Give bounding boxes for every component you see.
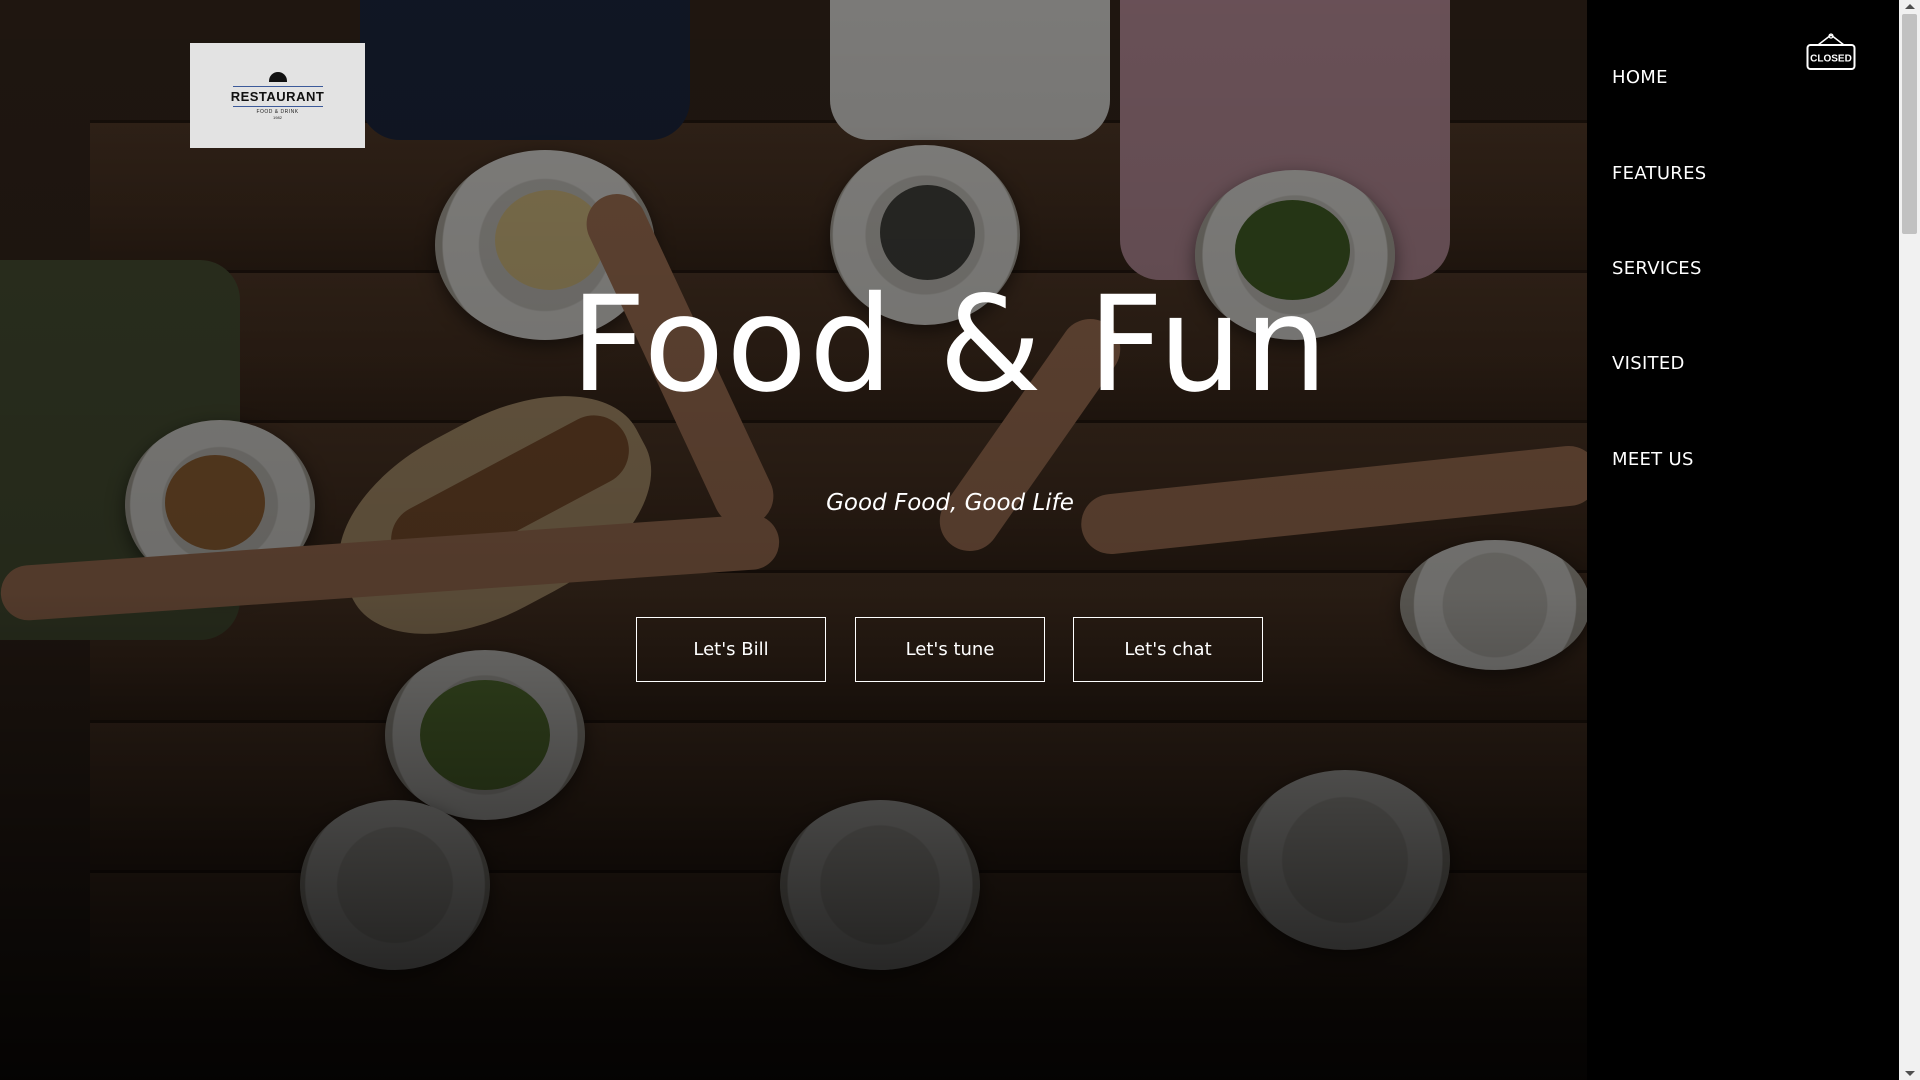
side-navigation: HOME FEATURES SERVICES VISITED MEET US C… [1587,0,1899,1080]
closed-sign-icon[interactable]: CLOSED [1806,33,1856,78]
closed-sign-text: CLOSED [1810,54,1852,65]
logo-year: 1982 [273,114,282,120]
logo-rule [232,105,323,107]
lets-bill-button[interactable]: Let's Bill [636,617,826,682]
dark-overlay [0,0,1587,1080]
hero-section [0,0,1587,1080]
nav-item-visited[interactable]: VISITED [1612,353,1685,374]
lets-chat-button[interactable]: Let's chat [1073,617,1263,682]
lets-tune-button[interactable]: Let's tune [855,617,1045,682]
nav-item-home[interactable]: HOME [1612,67,1668,88]
vertical-scrollbar[interactable] [1899,0,1920,1080]
logo-rule [232,85,323,87]
scrollbar-thumb[interactable] [1902,14,1917,234]
restaurant-logo[interactable]: RESTAURANT FOOD & DRINK 1982 [190,43,365,148]
scroll-up-arrow-icon[interactable] [1905,4,1915,9]
logo-name: RESTAURANT [230,88,325,104]
nav-item-meet-us[interactable]: MEET US [1612,449,1694,470]
nav-item-services[interactable]: SERVICES [1612,258,1702,279]
nav-item-features[interactable]: FEATURES [1612,163,1707,184]
scroll-down-arrow-icon[interactable] [1905,1071,1915,1076]
cloche-icon [268,71,287,82]
